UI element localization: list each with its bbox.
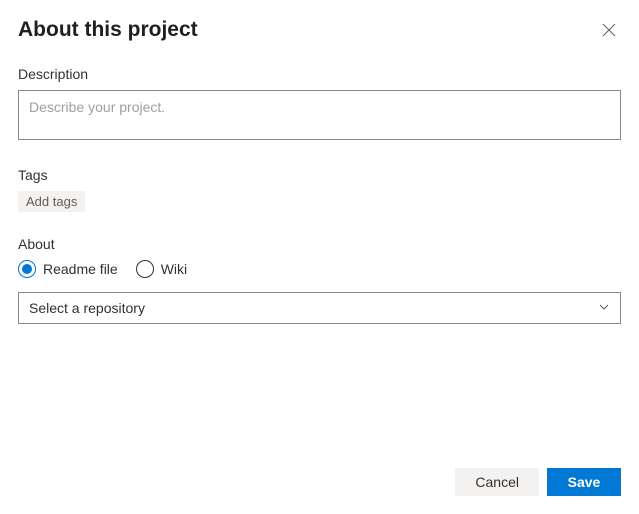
radio-wiki-label: Wiki bbox=[161, 261, 187, 277]
tags-label: Tags bbox=[18, 167, 621, 183]
about-radio-group: Readme file Wiki bbox=[18, 260, 621, 278]
cancel-button[interactable]: Cancel bbox=[455, 468, 539, 496]
close-button[interactable] bbox=[597, 18, 621, 42]
description-input[interactable] bbox=[18, 90, 621, 140]
radio-readme-label: Readme file bbox=[43, 261, 118, 277]
radio-readme[interactable]: Readme file bbox=[18, 260, 118, 278]
dialog-title: About this project bbox=[18, 18, 198, 42]
repository-select[interactable]: Select a repository bbox=[18, 292, 621, 324]
chevron-down-icon bbox=[598, 300, 610, 316]
close-icon bbox=[602, 23, 616, 37]
save-button[interactable]: Save bbox=[547, 468, 621, 496]
repository-select-value: Select a repository bbox=[29, 300, 145, 316]
add-tags-chip[interactable]: Add tags bbox=[18, 191, 85, 212]
radio-indicator-icon bbox=[18, 260, 36, 278]
description-label: Description bbox=[18, 66, 621, 82]
radio-wiki[interactable]: Wiki bbox=[136, 260, 187, 278]
about-label: About bbox=[18, 236, 621, 252]
radio-indicator-icon bbox=[136, 260, 154, 278]
